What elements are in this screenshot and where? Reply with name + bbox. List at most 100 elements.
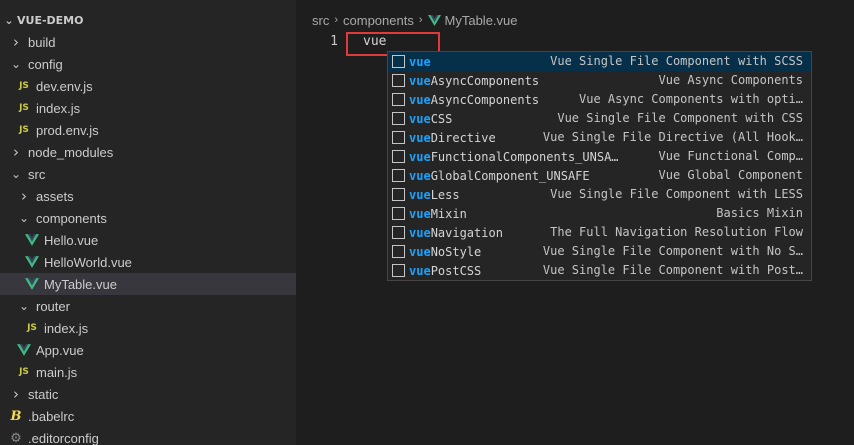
suggestion-item[interactable]: vueLess Vue Single File Component with LE… xyxy=(388,185,811,204)
suggestion-item[interactable]: vuePostCSS Vue Single File Component with… xyxy=(388,261,811,280)
snippet-icon xyxy=(392,169,405,182)
js-file-icon: JS xyxy=(27,323,37,333)
suggestion-detail: Vue Global Component xyxy=(658,168,804,182)
file-tree: › build ⌄ config JS dev.env.js JS index.js JS pro… xyxy=(0,31,296,445)
suggestion-label: vueNoStyle xyxy=(409,245,481,259)
vue-file-icon xyxy=(24,229,40,251)
breadcrumb-item-file[interactable]: MyTable.vue xyxy=(445,13,518,28)
suggest-widget: vue Vue Single File Component with SCSS vu… xyxy=(387,51,812,281)
suggestion-rest: AsyncComponents xyxy=(430,73,540,88)
suggestion-item[interactable]: vueAsyncComponents Vue Async Components w… xyxy=(388,90,811,109)
tree-folder[interactable]: › assets xyxy=(0,185,296,207)
tree-file[interactable]: JS main.js xyxy=(0,361,296,383)
suggestion-detail: Vue Single File Component with SCSS xyxy=(550,54,803,68)
suggestion-match: vue xyxy=(409,92,431,107)
suggestion-match: vue xyxy=(409,168,431,183)
suggestion-match: vue xyxy=(409,244,431,259)
suggestion-item[interactable]: vueGlobalComponent_UNSAFE Vue Global Comp… xyxy=(388,166,811,185)
chevron-down-icon: ⌄ xyxy=(18,211,30,225)
tree-folder[interactable]: › static xyxy=(0,383,296,405)
js-file-icon: JS xyxy=(19,81,29,91)
suggestion-item[interactable]: vueFunctionalComponents_UNSA… Vue Functio… xyxy=(388,147,811,166)
suggestion-detail: Vue Single File Component with No S… xyxy=(542,244,803,258)
snippet-icon xyxy=(392,55,405,68)
vue-file-icon xyxy=(16,339,32,361)
vue-file-icon xyxy=(24,273,40,295)
suggestion-label: vueNavigation xyxy=(409,226,503,240)
suggestion-rest: GlobalComponent_UNSAFE xyxy=(430,168,590,183)
snippet-icon xyxy=(392,188,405,201)
suggestion-item[interactable]: vueNavigation The Full Navigation Resolut… xyxy=(388,223,811,242)
suggestion-item[interactable]: vueDirective Vue Single File Directive (A… xyxy=(388,128,811,147)
tree-item-label: dev.env.js xyxy=(36,78,93,94)
snippet-icon xyxy=(392,93,405,106)
breadcrumb-item-components[interactable]: components xyxy=(343,13,414,28)
tree-file[interactable]: Hello.vue xyxy=(0,229,296,251)
tree-item-label: build xyxy=(28,34,56,50)
suggestion-rest: FunctionalComponents_UNSA… xyxy=(430,149,619,164)
suggestion-rest: Navigation xyxy=(430,225,503,240)
breadcrumb: src › components › MyTable.vue xyxy=(312,10,518,30)
tree-file[interactable]: JS index.js xyxy=(0,97,296,119)
snippet-icon xyxy=(392,112,405,125)
suggestion-item[interactable]: vue Vue Single File Component with SCSS xyxy=(388,52,811,71)
suggestion-rest: PostCSS xyxy=(430,263,482,278)
suggestion-match: vue xyxy=(409,187,431,202)
tree-item-label: .babelrc xyxy=(28,408,75,424)
suggestion-label: vueCSS xyxy=(409,112,452,126)
vue-file-icon xyxy=(427,14,441,26)
explorer-section-header[interactable]: ⌄ VUE-DEMO xyxy=(0,9,296,31)
tree-folder[interactable]: › node_modules xyxy=(0,141,296,163)
tree-folder[interactable]: › build xyxy=(0,31,296,53)
tree-file[interactable]: B .babelrc xyxy=(0,405,296,427)
suggestion-match: vue xyxy=(409,149,431,164)
snippet-icon xyxy=(392,150,405,163)
vue-file-icon xyxy=(24,251,40,273)
tree-file[interactable]: ⚙ .editorconfig xyxy=(0,427,296,445)
suggestion-detail: Vue Single File Directive (All Hook… xyxy=(542,130,803,144)
suggestion-label: vueDirective xyxy=(409,131,496,145)
suggestion-detail: Vue Functional Comp… xyxy=(658,149,804,163)
suggestion-item[interactable]: vueMixin Basics Mixin xyxy=(388,204,811,223)
tree-item-label: components xyxy=(36,210,107,226)
tree-folder[interactable]: ⌄ router xyxy=(0,295,296,317)
tree-item-label: src xyxy=(28,166,46,182)
suggestion-item[interactable]: vueCSS Vue Single File Component with CSS xyxy=(388,109,811,128)
tree-folder[interactable]: ⌄ components xyxy=(0,207,296,229)
suggestion-label: vueMixin xyxy=(409,207,467,221)
chevron-down-icon: ⌄ xyxy=(4,13,14,27)
suggestion-detail: Basics Mixin xyxy=(716,206,803,220)
tree-item-label: assets xyxy=(36,188,74,204)
tree-file[interactable]: HelloWorld.vue xyxy=(0,251,296,273)
explorer-sidebar: ⌄ VUE-DEMO › build ⌄ config JS dev.env.js JS in… xyxy=(0,0,296,445)
chevron-down-icon: ⌄ xyxy=(18,299,30,313)
suggestion-rest: Directive xyxy=(430,130,496,145)
chevron-right-icon: › xyxy=(13,143,19,161)
tree-file[interactable]: JS prod.env.js xyxy=(0,119,296,141)
tree-folder[interactable]: ⌄ src xyxy=(0,163,296,185)
suggestion-item[interactable]: vueNoStyle Vue Single File Component with… xyxy=(388,242,811,261)
suggestion-match: vue xyxy=(409,206,431,221)
suggestion-item[interactable]: vueAsyncComponents Vue Async Components xyxy=(388,71,811,90)
tree-file[interactable]: App.vue xyxy=(0,339,296,361)
tree-item-label: config xyxy=(28,56,63,72)
tree-file[interactable]: MyTable.vue xyxy=(0,273,296,295)
tree-item-label: index.js xyxy=(36,100,81,116)
breadcrumb-item-src[interactable]: src xyxy=(312,13,329,28)
suggestion-match: vue xyxy=(409,73,431,88)
tree-file[interactable]: JS dev.env.js xyxy=(0,75,296,97)
tree-item-label: App.vue xyxy=(36,342,84,358)
tree-item-label: router xyxy=(36,298,70,314)
tree-folder[interactable]: ⌄ config xyxy=(0,53,296,75)
tree-item-label: MyTable.vue xyxy=(44,276,117,292)
suggestion-detail: Vue Single File Component with LESS xyxy=(550,187,803,201)
suggestion-detail: Vue Single File Component with Post… xyxy=(542,263,803,277)
suggestion-label: vueAsyncComponents xyxy=(409,74,539,88)
tree-file[interactable]: JS index.js xyxy=(0,317,296,339)
tree-item-label: node_modules xyxy=(28,144,114,160)
tree-item-label: Hello.vue xyxy=(44,232,99,248)
suggestion-label: vueAsyncComponents xyxy=(409,93,539,107)
suggestion-rest: Less xyxy=(430,187,460,202)
tree-item-label: static xyxy=(28,386,59,402)
tree-item-label: .editorconfig xyxy=(28,430,99,445)
